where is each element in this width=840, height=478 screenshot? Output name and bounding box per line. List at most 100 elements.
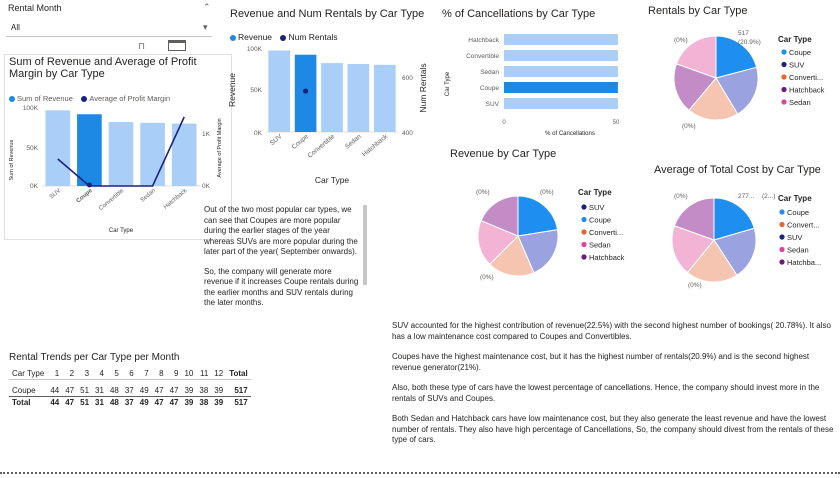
chart3-xtick: 50	[613, 120, 620, 126]
chart4-svg[interactable]: 517 (20.9%) (0%) (0%) Car Type Coupe SUV C…	[644, 20, 840, 140]
chart2-bar-suv[interactable]	[268, 50, 291, 132]
legend-dot-icon[interactable]	[779, 259, 785, 265]
matrix-cell: 47	[169, 397, 179, 407]
matrix-cell: 39	[184, 397, 194, 407]
chart6-title: Average of Total Cost by Car Type	[654, 164, 821, 176]
matrix-header-cell: 4	[99, 369, 104, 378]
chart2-bar-convertible[interactable]	[321, 63, 343, 132]
slicer-collapse-icon[interactable]: ⌃	[203, 2, 211, 13]
legend-dot-icon[interactable]	[781, 99, 787, 105]
pie-legend-item: Coupe	[787, 208, 809, 217]
pie-legend-item: Converti...	[789, 73, 823, 82]
legend-dot-icon[interactable]	[781, 86, 787, 93]
chart4-legend-title: Car Type	[778, 35, 812, 44]
table-row[interactable]: Coupe 44 47 51 31 48 37 49 47 47 39 38 3…	[9, 385, 251, 397]
chart2-point-coupe-rentals[interactable]	[303, 88, 309, 94]
notes-scrollbar[interactable]	[363, 205, 367, 285]
chart3-bar-suv[interactable]	[504, 98, 618, 109]
pie-legend-item: Convert...	[787, 221, 820, 230]
chart6-label: (0%)	[674, 193, 688, 200]
chart2-svg[interactable]: SUV CoupeConvertible SedanHatchback 100K 5…	[226, 40, 438, 190]
pie-legend-item: SUV	[787, 233, 802, 242]
chart1-bar-suv[interactable]	[45, 110, 71, 186]
legend-dot-icon[interactable]	[581, 254, 587, 260]
legend-dot-icon[interactable]	[781, 74, 787, 80]
matrix-title: Rental Trends per Car Type per Month	[9, 352, 180, 363]
chart6-label: 277...	[738, 193, 754, 200]
legend-dot-icon[interactable]	[581, 216, 587, 223]
legend-dot-icon[interactable]	[781, 49, 787, 55]
chart2-ytick: 100K	[247, 46, 263, 53]
rental-month-dropdown[interactable]	[6, 20, 212, 37]
pie-legend-item: Converti...	[589, 228, 623, 237]
chart3-bar-sedan[interactable]	[504, 66, 618, 77]
insight-paragraph: Out of the two most popular car types, w…	[204, 205, 358, 256]
matrix-header-cell: 6	[129, 369, 134, 378]
chart6-label: (0%)	[688, 282, 702, 289]
legend-dot-icon[interactable]	[581, 229, 587, 235]
insight-paragraph: Also, both these type of cars have the l…	[392, 383, 820, 403]
chart2-xlabel: Car Type	[315, 175, 350, 185]
insight-paragraph: So, the company will generate more reven…	[204, 266, 359, 308]
more-options-icon[interactable]	[168, 40, 186, 51]
legend-dot-icon[interactable]	[581, 204, 587, 210]
insight-paragraph: SUV accounted for the highest contributi…	[392, 321, 831, 341]
legend-dot-icon[interactable]	[779, 234, 785, 240]
chart1-svg[interactable]: SUV Coupe Convertible Sedan Hatchback 100K 5…	[4, 98, 230, 238]
chart4-title: Rentals by Car Type	[648, 5, 748, 17]
matrix-header: Car Type 1 2 3 4 5 6 7 8 9 10 11 12 Tota…	[9, 368, 251, 380]
matrix-cell: 517	[234, 397, 248, 407]
chart3-ytick: Convertible	[466, 53, 499, 60]
chart2-xtick: Coupe	[291, 133, 310, 151]
matrix-cell: 47	[169, 385, 179, 395]
chart3-bar-hatchback[interactable]	[504, 34, 618, 45]
insight-text-left: Out of the two most popular car types, w…	[204, 205, 360, 309]
chart1-bar-convertible[interactable]	[108, 122, 134, 186]
chart3-ytick: Hatchback	[468, 37, 499, 44]
chart2-y2tick: 600	[402, 75, 413, 82]
matrix-cell: 38	[199, 397, 209, 407]
chevron-down-icon[interactable]: ▾	[203, 22, 208, 33]
chart2-xtick: Sedan	[344, 133, 363, 151]
chart3-bar-convertible[interactable]	[504, 50, 618, 61]
matrix-cell: 51	[80, 385, 90, 395]
chart6-svg[interactable]: 277... (2...) (0%) (0%) Car Type Coupe Co…	[644, 184, 840, 296]
legend-dot-icon[interactable]	[779, 209, 785, 215]
chart5-svg[interactable]: (0%) (0%) (0%) Car Type SUV Coupe Converti…	[446, 180, 642, 288]
chart2-bar-sedan[interactable]	[347, 63, 370, 132]
chart2-ytick: 50K	[250, 87, 262, 94]
chart1-y2tick: 1K	[202, 131, 211, 138]
chart1-xlabel: Car Type	[109, 228, 134, 234]
chart4-label: 517	[738, 30, 749, 37]
matrix-cell: 49	[139, 397, 149, 407]
chart3-svg[interactable]: Hatchback Convertible Sedan Coupe SUV Car Ty…	[440, 26, 630, 138]
matrix-cell: 39	[184, 385, 194, 395]
chart1-bar-coupe[interactable]	[77, 114, 102, 186]
chart1-point-coupe[interactable]	[86, 182, 92, 188]
chart2-ylabel: Revenue	[227, 73, 237, 107]
matrix-cell: 47	[154, 397, 164, 407]
matrix-header-cell: Car Type	[12, 369, 45, 378]
legend-dot-icon[interactable]	[581, 241, 587, 248]
chart2-bar-hatchback[interactable]	[373, 64, 396, 132]
legend-dot-icon[interactable]	[779, 246, 785, 253]
chart1-bar-hatchback[interactable]	[171, 123, 197, 186]
chart3-ytick: SUV	[486, 101, 500, 108]
matrix-cell: 44	[50, 397, 60, 407]
chart1-y2tick: 0K	[202, 183, 211, 190]
matrix-cell: Total	[12, 397, 31, 407]
insight-text-right: SUV accounted for the highest contributi…	[392, 321, 838, 446]
chart2-title: Revenue and Num Rentals by Car Type	[230, 8, 425, 20]
focus-mode-icon[interactable]: ⊓	[138, 41, 145, 52]
chart2-y2label: Num Rentals	[418, 63, 428, 112]
table-row[interactable]: Total 44 47 51 31 48 37 49 47 47 39 38 3…	[9, 396, 251, 408]
chart5-legend-title: Car Type	[578, 188, 612, 197]
matrix-header-cell: 11	[199, 369, 209, 378]
chart1-bar-sedan[interactable]	[140, 122, 165, 186]
legend-dot-icon[interactable]	[779, 221, 785, 228]
legend-dot-icon[interactable]	[781, 61, 787, 68]
pie-slice-suv[interactable]	[517, 195, 559, 237]
chart3-bar-coupe[interactable]	[504, 82, 618, 93]
pie-legend-item: Coupe	[789, 48, 811, 57]
matrix-cell: 38	[199, 385, 209, 395]
